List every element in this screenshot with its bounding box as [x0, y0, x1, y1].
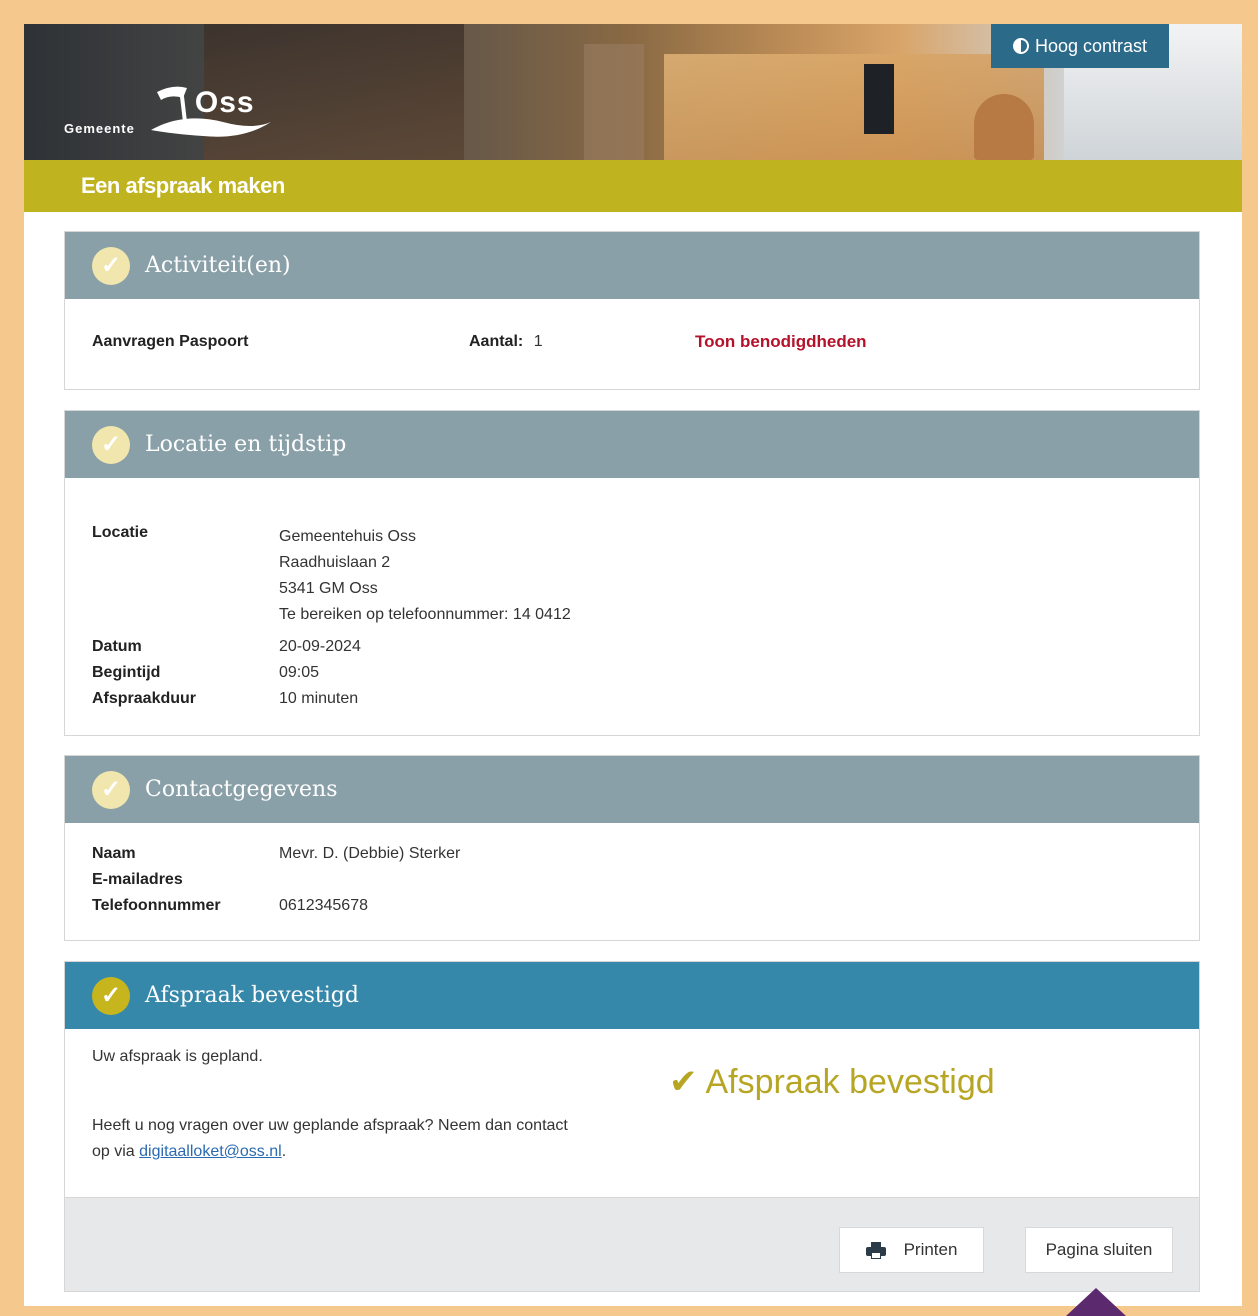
- footer-actions: Printen Pagina sluiten: [64, 1197, 1200, 1292]
- location-title: Locatie en tijdstip: [145, 432, 347, 457]
- logo-mark: Oss: [143, 82, 273, 142]
- page-title: Een afspraak maken: [81, 173, 285, 198]
- contact-header: ✓ Contactgegevens: [65, 756, 1199, 823]
- location-line: Te bereiken op telefoonnummer: 14 0412: [279, 606, 571, 623]
- phone-label: Telefoonnummer: [92, 897, 221, 914]
- start-time-value: 09:05: [279, 664, 320, 681]
- show-requirements-link[interactable]: Toon benodigdheden: [695, 332, 867, 352]
- location-line: 5341 GM Oss: [279, 580, 378, 597]
- name-label: Naam: [92, 845, 136, 862]
- check-circle-icon: ✓: [92, 425, 130, 464]
- close-page-button[interactable]: Pagina sluiten: [1025, 1227, 1173, 1273]
- date-value: 20-09-2024: [279, 638, 361, 655]
- activity-name: Aanvragen Paspoort: [92, 333, 249, 350]
- phone-value: 0612345678: [279, 897, 368, 914]
- print-label: Printen: [903, 1240, 958, 1259]
- logo-gemeente-text: Gemeente: [64, 121, 135, 136]
- check-circle-icon: ✓: [92, 770, 130, 809]
- check-circle-icon: ✓: [92, 246, 130, 285]
- contact-title: Contactgegevens: [145, 777, 338, 802]
- date-label: Datum: [92, 638, 142, 655]
- question-text: Heeft u nog vragen over uw geplande afsp…: [92, 1113, 572, 1165]
- confirmation-section: ✓ Afspraak bevestigd Uw afspraak is gepl…: [64, 961, 1200, 1198]
- question-period: .: [281, 1143, 287, 1160]
- high-contrast-button[interactable]: Hoog contrast: [991, 24, 1169, 68]
- header-banner: Gemeente Oss Hoog contrast: [24, 24, 1242, 160]
- logo-oss-text: Oss: [194, 86, 255, 119]
- duration-value: 10 minuten: [279, 690, 359, 707]
- printer-icon: [865, 1242, 886, 1259]
- scroll-top-corner[interactable]: [1066, 1288, 1126, 1316]
- location-section: ✓ Locatie en tijdstip Locatie Gemeentehu…: [64, 410, 1200, 736]
- location-line: Raadhuislaan 2: [279, 554, 391, 571]
- contact-section: ✓ Contactgegevens Naam Mevr. D. (Debbie)…: [64, 755, 1200, 941]
- location-line: Gemeentehuis Oss: [279, 528, 416, 545]
- close-page-label: Pagina sluiten: [1045, 1240, 1153, 1259]
- count-value: 1: [533, 333, 543, 350]
- activity-count: Aantal: 1: [469, 333, 543, 351]
- print-button[interactable]: Printen: [839, 1227, 984, 1273]
- start-time-label: Begintijd: [92, 664, 161, 681]
- email-label: E-mailadres: [92, 871, 183, 888]
- page: Gemeente Oss Hoog contrast Een afspraak …: [24, 24, 1242, 1306]
- high-contrast-label: Hoog contrast: [1034, 35, 1148, 56]
- location-header: ✓ Locatie en tijdstip: [65, 411, 1199, 478]
- count-label: Aantal:: [469, 333, 524, 350]
- location-label: Locatie: [92, 524, 149, 541]
- planned-text: Uw afspraak is gepland.: [92, 1048, 263, 1065]
- activities-header: ✓ Activiteit(en): [65, 232, 1199, 299]
- confirmed-status-label: Afspraak bevestigd: [705, 1062, 995, 1101]
- checkmark-icon: ✔: [669, 1063, 698, 1101]
- confirmed-status: ✔ Afspraak bevestigd: [669, 1062, 995, 1102]
- location-address: Gemeentehuis Oss Raadhuislaan 2 5341 GM …: [279, 524, 571, 628]
- activities-title: Activiteit(en): [145, 253, 291, 278]
- gemeente-oss-logo[interactable]: Gemeente Oss: [64, 82, 273, 142]
- name-value: Mevr. D. (Debbie) Sterker: [279, 845, 461, 862]
- title-bar: Een afspraak maken: [24, 160, 1242, 212]
- activities-section: ✓ Activiteit(en) Aanvragen Paspoort Aant…: [64, 231, 1200, 390]
- contrast-icon: [1012, 38, 1029, 54]
- confirmation-title: Afspraak bevestigd: [145, 983, 359, 1008]
- confirmation-header: ✓ Afspraak bevestigd: [65, 962, 1199, 1029]
- duration-label: Afspraakduur: [92, 690, 197, 707]
- check-circle-icon: ✓: [92, 976, 130, 1015]
- email-link[interactable]: digitaalloket@oss.nl: [139, 1143, 282, 1160]
